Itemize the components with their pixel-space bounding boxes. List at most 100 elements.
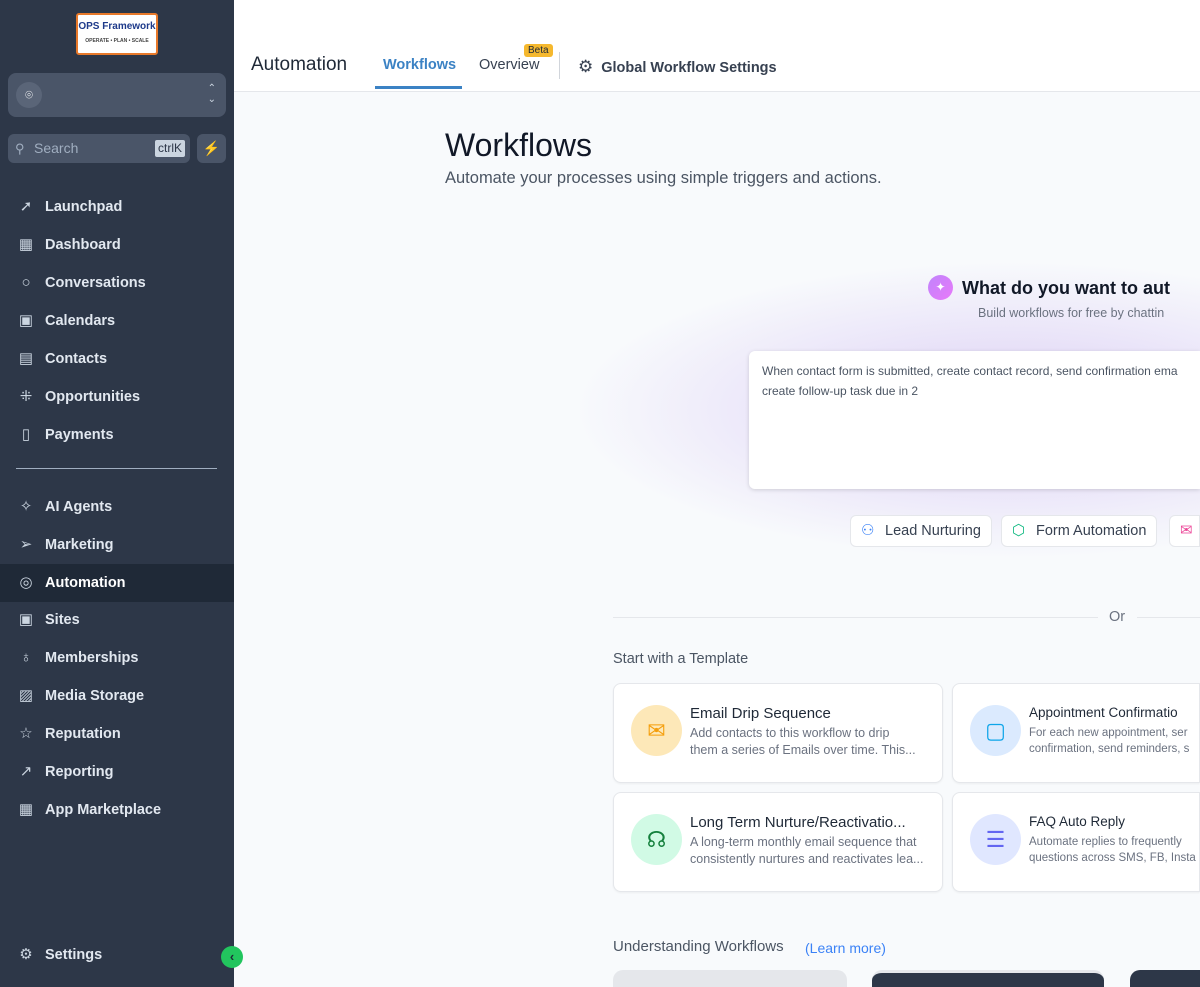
email-drip-icon: ✉ bbox=[631, 705, 682, 756]
sidebar-item-app-marketplace[interactable]: ▦ App Marketplace bbox=[0, 791, 234, 829]
sidebar: OPS Framework OPERATE • PLAN • SCALE ⌾ ⌃ ⌄… bbox=[0, 0, 234, 987]
desc-line: confirmation, send reminders, s bbox=[1029, 743, 1190, 755]
desc-line: A long-term monthly email sequence that bbox=[690, 835, 917, 849]
search-icon: ⚲ bbox=[15, 141, 25, 156]
sidebar-item-automation[interactable]: ◎ Automation bbox=[0, 564, 234, 602]
sidebar-item-settings[interactable]: ⚙ Settings bbox=[0, 936, 234, 974]
send-icon: ➢ bbox=[19, 536, 33, 553]
trend-icon: ↗ bbox=[19, 763, 33, 780]
ai-builder-title: What do you want to aut bbox=[962, 278, 1170, 298]
divider bbox=[559, 52, 560, 79]
mail-icon: ✉ bbox=[1180, 522, 1193, 539]
sidebar-item-reputation[interactable]: ☆ Reputation bbox=[0, 715, 234, 753]
shortcut-badge: ctrlK bbox=[155, 140, 185, 157]
video-thumbnail[interactable] bbox=[613, 970, 847, 987]
collapse-sidebar-button[interactable]: ‹ bbox=[221, 946, 243, 968]
company-logo[interactable]: OPS Framework OPERATE • PLAN • SCALE bbox=[76, 13, 158, 55]
video-thumbnail[interactable] bbox=[1130, 970, 1200, 987]
template-title: Email Drip Sequence bbox=[690, 705, 831, 722]
learn-more-link[interactable]: (Learn more) bbox=[805, 940, 886, 956]
sidebar-item-label: Contacts bbox=[45, 351, 108, 367]
chip-lead-nurturing[interactable]: ⚇ Lead Nurturing bbox=[850, 515, 992, 547]
user-icon: ⚇ bbox=[861, 522, 875, 539]
sidebar-item-label: Opportunities bbox=[45, 389, 141, 405]
sidebar-item-label: Automation bbox=[45, 575, 126, 591]
understanding-heading: Understanding Workflows bbox=[613, 938, 784, 955]
beta-badge: Beta bbox=[524, 44, 553, 57]
search-input[interactable]: ⚲ Search ctrlK bbox=[8, 134, 190, 163]
tab-overview[interactable]: Overview bbox=[479, 57, 539, 73]
pipeline-icon: ⁜ bbox=[19, 388, 33, 405]
template-card[interactable]: ▢ Appointment Confirmatio For each new app… bbox=[952, 683, 1200, 783]
sidebar-item-contacts[interactable]: ▤ Contacts bbox=[0, 340, 234, 378]
sidebar-item-calendars[interactable]: ▣ Calendars bbox=[0, 302, 234, 340]
sidebar-item-opportunities[interactable]: ⁜ Opportunities bbox=[0, 378, 234, 416]
sidebar-item-reporting[interactable]: ↗ Reporting bbox=[0, 753, 234, 791]
sidebar-item-memberships[interactable]: ♁ Memberships bbox=[0, 639, 234, 677]
gear-icon: ⚙ bbox=[19, 946, 33, 963]
desc-line: Automate replies to frequently bbox=[1029, 836, 1182, 848]
clipboard-check-icon: ▢ bbox=[970, 705, 1021, 756]
sidebar-item-label: Payments bbox=[45, 427, 114, 443]
template-card[interactable]: ☊ Long Term Nurture/Reactivatio... A long-… bbox=[613, 792, 943, 892]
chip-form-automation[interactable]: ⬡ Form Automation bbox=[1001, 515, 1158, 547]
sidebar-item-media-storage[interactable]: ▨ Media Storage bbox=[0, 677, 234, 715]
contacts-icon: ▤ bbox=[18, 350, 34, 367]
sidebar-item-label: Media Storage bbox=[45, 688, 145, 704]
payment-icon: ▯ bbox=[21, 426, 31, 443]
tab-workflows[interactable]: Workflows bbox=[383, 57, 456, 73]
sidebar-item-conversations[interactable]: ○ Conversations bbox=[0, 264, 234, 302]
chip-label: Lead Nurturing bbox=[885, 523, 981, 539]
ai-sparkle-icon: ✦ bbox=[928, 275, 953, 300]
active-tab-indicator bbox=[375, 86, 462, 89]
chip-label: Form Automation bbox=[1036, 523, 1147, 539]
bolt-icon: ⚡ bbox=[202, 140, 221, 156]
sidebar-item-label: Marketing bbox=[45, 537, 114, 553]
section-title: Automation bbox=[251, 54, 348, 75]
template-description: Add contacts to this workflow to drip the… bbox=[690, 725, 930, 759]
chip-email[interactable]: ✉ bbox=[1169, 515, 1200, 547]
label: Global Workflow Settings bbox=[601, 60, 777, 76]
image-icon: ▨ bbox=[18, 687, 34, 704]
chat-bubbles-icon: ☊ bbox=[631, 814, 682, 865]
sidebar-item-sites[interactable]: ▣ Sites bbox=[0, 601, 234, 639]
sidebar-item-label: Sites bbox=[45, 612, 80, 628]
chat-icon: ○ bbox=[21, 274, 31, 291]
faq-icon: ☰ bbox=[970, 814, 1021, 865]
sidebar-divider bbox=[16, 468, 217, 469]
sidebar-item-ai-agents[interactable]: ✧ AI Agents bbox=[0, 488, 234, 526]
quick-action-button[interactable]: ⚡ bbox=[197, 134, 226, 163]
sidebar-item-marketing[interactable]: ➢ Marketing bbox=[0, 526, 234, 564]
desc-line: For each new appointment, ser bbox=[1029, 727, 1188, 739]
global-workflow-settings-button[interactable]: ⚙ Global Workflow Settings bbox=[578, 57, 777, 77]
location-pin-icon: ⌾ bbox=[16, 82, 42, 108]
search-placeholder: Search bbox=[34, 140, 79, 156]
sidebar-item-payments[interactable]: ▯ Payments bbox=[0, 416, 234, 454]
template-card[interactable]: ☰ FAQ Auto Reply Automate replies to frequ… bbox=[952, 792, 1200, 892]
ai-prompt-textarea[interactable]: When contact form is submitted, create c… bbox=[749, 351, 1200, 489]
automation-icon: ◎ bbox=[19, 574, 33, 591]
cube-icon: ⬡ bbox=[1012, 522, 1026, 539]
grid-icon: ▦ bbox=[18, 236, 34, 253]
location-switcher[interactable]: ⌾ ⌃ ⌄ bbox=[8, 73, 226, 117]
or-separator: Or bbox=[1109, 609, 1126, 625]
page-title: Workflows bbox=[445, 127, 592, 163]
sidebar-item-launchpad[interactable]: ➚ Launchpad bbox=[0, 188, 234, 226]
desc-line: Add contacts to this workflow to drip bbox=[690, 726, 890, 740]
sidebar-item-label: Reputation bbox=[45, 726, 121, 742]
sidebar-item-label: Memberships bbox=[45, 650, 139, 666]
video-thumbnail[interactable] bbox=[872, 970, 1104, 987]
sidebar-item-label: App Marketplace bbox=[45, 802, 162, 818]
template-card[interactable]: ✉ Email Drip Sequence Add contacts to this… bbox=[613, 683, 943, 783]
template-description: Automate replies to frequently questions … bbox=[1029, 834, 1197, 866]
sidebar-item-label: Launchpad bbox=[45, 199, 123, 215]
sites-icon: ▣ bbox=[18, 611, 34, 628]
sidebar-item-dashboard[interactable]: ▦ Dashboard bbox=[0, 226, 234, 264]
sidebar-item-label: Conversations bbox=[45, 275, 146, 291]
templates-heading: Start with a Template bbox=[613, 651, 749, 667]
divider bbox=[613, 617, 1098, 618]
apps-icon: ▦ bbox=[18, 801, 34, 818]
divider bbox=[1137, 617, 1200, 618]
rocket-icon: ➚ bbox=[19, 198, 33, 215]
ai-builder-subtitle: Build workflows for free by chattin bbox=[978, 306, 1165, 320]
